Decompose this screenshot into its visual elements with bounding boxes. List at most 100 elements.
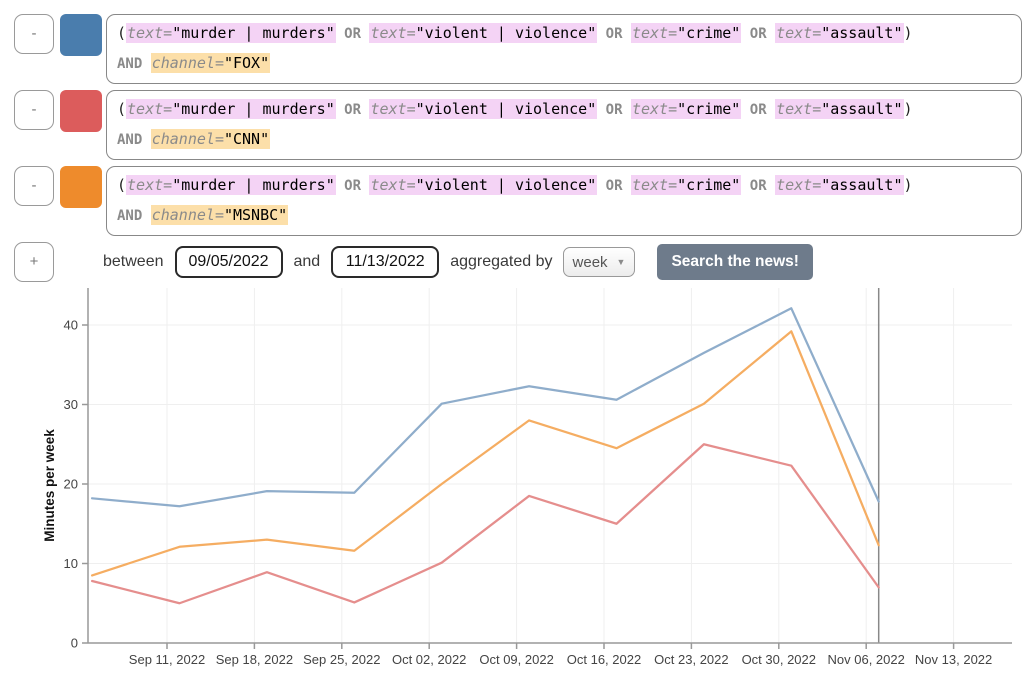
tv-news-search-app: - (text="murder | murders" OR text="viole… bbox=[0, 0, 1030, 696]
clause-value: "violent | violence" bbox=[415, 24, 597, 42]
clause-value: "assault" bbox=[821, 24, 903, 42]
clause-value: "violent | violence" bbox=[415, 100, 597, 118]
query-line-1: (text="murder | murders" OR text="violen… bbox=[117, 171, 1011, 201]
query-line-1: (text="murder | murders" OR text="violen… bbox=[117, 19, 1011, 49]
equals-sign: = bbox=[406, 24, 416, 42]
clause-field: text bbox=[776, 176, 813, 194]
clause-field: text bbox=[370, 176, 407, 194]
y-axis-title: Minutes per week bbox=[42, 429, 57, 542]
end-date-input[interactable] bbox=[331, 246, 440, 278]
channel-clause-token: channel="MSNBC" bbox=[150, 205, 289, 225]
query-input[interactable]: (text="murder | murders" OR text="violen… bbox=[106, 14, 1022, 84]
clause-field: text bbox=[127, 176, 164, 194]
y-tick-label: 10 bbox=[64, 556, 78, 571]
or-keyword: OR bbox=[335, 178, 370, 194]
clause-value: "FOX" bbox=[223, 54, 270, 72]
y-tick-label: 20 bbox=[64, 477, 78, 492]
query-color-swatch[interactable] bbox=[60, 90, 102, 132]
clause-field: text bbox=[127, 24, 164, 42]
text-clause-token: text="crime" bbox=[630, 175, 742, 195]
equals-sign: = bbox=[668, 176, 678, 194]
text-clause-token: text="murder | murders" bbox=[126, 99, 336, 119]
text-clause-token: text="violent | violence" bbox=[369, 23, 598, 43]
between-label: between bbox=[103, 253, 164, 270]
aggregated-by-label: aggregated by bbox=[450, 253, 553, 270]
remove-query-button[interactable]: - bbox=[14, 166, 54, 206]
text-clause-token: text="assault" bbox=[775, 23, 904, 43]
text-clause-token: text="assault" bbox=[775, 99, 904, 119]
query-row: - (text="murder | murders" OR text="viole… bbox=[14, 14, 1022, 84]
or-keyword: OR bbox=[597, 102, 631, 118]
clause-field: channel bbox=[151, 54, 215, 72]
clause-value: "CNN" bbox=[223, 130, 270, 148]
equals-sign: = bbox=[163, 24, 173, 42]
clause-value: "murder | murders" bbox=[172, 100, 335, 118]
aggregate-select[interactable]: week ▼ bbox=[562, 247, 636, 277]
text-clause-token: text="crime" bbox=[630, 23, 742, 43]
remove-query-button[interactable]: - bbox=[14, 14, 54, 54]
search-button[interactable]: Search the news! bbox=[657, 244, 813, 280]
equals-sign: = bbox=[812, 100, 822, 118]
query-row: - (text="murder | murders" OR text="viole… bbox=[14, 90, 1022, 160]
equals-sign: = bbox=[163, 176, 173, 194]
equals-sign: = bbox=[214, 206, 224, 224]
query-line-1: (text="murder | murders" OR text="violen… bbox=[117, 95, 1011, 125]
query-color-swatch[interactable] bbox=[60, 166, 102, 208]
clause-field: text bbox=[631, 24, 669, 42]
text-clause-token: text="murder | murders" bbox=[126, 23, 336, 43]
news-coverage-chart[interactable]: 0 10 20 30 40 Sep 11, 2022 Sep 18, 2022 Sep 25,… bbox=[0, 286, 1030, 691]
or-keyword: OR bbox=[335, 26, 370, 42]
close-paren: ) bbox=[903, 100, 913, 118]
x-tick-label: Oct 16, 2022 bbox=[567, 652, 641, 667]
y-tick-label: 30 bbox=[64, 397, 78, 412]
close-paren: ) bbox=[903, 24, 913, 42]
text-clause-token: text="crime" bbox=[630, 99, 742, 119]
clause-value: "murder | murders" bbox=[172, 176, 335, 194]
series-line-msnbc bbox=[90, 330, 880, 577]
query-input[interactable]: (text="murder | murders" OR text="violen… bbox=[106, 90, 1022, 160]
equals-sign: = bbox=[406, 176, 416, 194]
equals-sign: = bbox=[812, 24, 822, 42]
y-tick-label: 0 bbox=[71, 636, 78, 651]
chevron-down-icon: ▼ bbox=[616, 257, 626, 267]
start-date-input[interactable] bbox=[174, 246, 283, 278]
clause-field: channel bbox=[151, 206, 215, 224]
x-tick-label: Oct 23, 2022 bbox=[654, 652, 728, 667]
query-input[interactable]: (text="murder | murders" OR text="violen… bbox=[106, 166, 1022, 236]
and-keyword: AND bbox=[117, 56, 151, 72]
equals-sign: = bbox=[812, 176, 822, 194]
aggregate-select-value: week bbox=[572, 253, 608, 271]
clause-field: text bbox=[370, 100, 407, 118]
text-clause-token: text="assault" bbox=[775, 175, 904, 195]
x-tick-label: Sep 11, 2022 bbox=[129, 652, 205, 667]
channel-clause-token: channel="FOX" bbox=[150, 53, 271, 73]
equals-sign: = bbox=[163, 100, 173, 118]
query-row: - (text="murder | murders" OR text="viole… bbox=[14, 166, 1022, 236]
remove-query-button[interactable]: - bbox=[14, 90, 54, 130]
or-keyword: OR bbox=[741, 178, 776, 194]
y-tick-label: 40 bbox=[64, 318, 78, 333]
add-query-button[interactable]: + bbox=[14, 242, 54, 282]
equals-sign: = bbox=[214, 54, 224, 72]
equals-sign: = bbox=[406, 100, 416, 118]
equals-sign: = bbox=[668, 100, 678, 118]
text-clause-token: text="violent | violence" bbox=[369, 175, 598, 195]
query-rows: - (text="murder | murders" OR text="viole… bbox=[0, 14, 1030, 236]
open-paren: ( bbox=[117, 24, 127, 42]
and-keyword: AND bbox=[117, 208, 151, 224]
series-line-cnn bbox=[90, 443, 880, 605]
channel-clause-token: channel="CNN" bbox=[150, 129, 271, 149]
chart-area: 0 10 20 30 40 Sep 11, 2022 Sep 18, 2022 Sep 25,… bbox=[0, 286, 1030, 696]
clause-value: "crime" bbox=[677, 176, 741, 194]
equals-sign: = bbox=[668, 24, 678, 42]
clause-field: text bbox=[370, 24, 407, 42]
or-keyword: OR bbox=[741, 102, 776, 118]
or-keyword: OR bbox=[597, 26, 631, 42]
text-clause-token: text="murder | murders" bbox=[126, 175, 336, 195]
query-color-swatch[interactable] bbox=[60, 14, 102, 56]
clause-value: "assault" bbox=[821, 100, 903, 118]
x-tick-label: Oct 02, 2022 bbox=[392, 652, 466, 667]
x-tick-label: Sep 18, 2022 bbox=[216, 652, 293, 667]
and-label: and bbox=[293, 253, 321, 270]
series-line-fox bbox=[90, 307, 880, 508]
